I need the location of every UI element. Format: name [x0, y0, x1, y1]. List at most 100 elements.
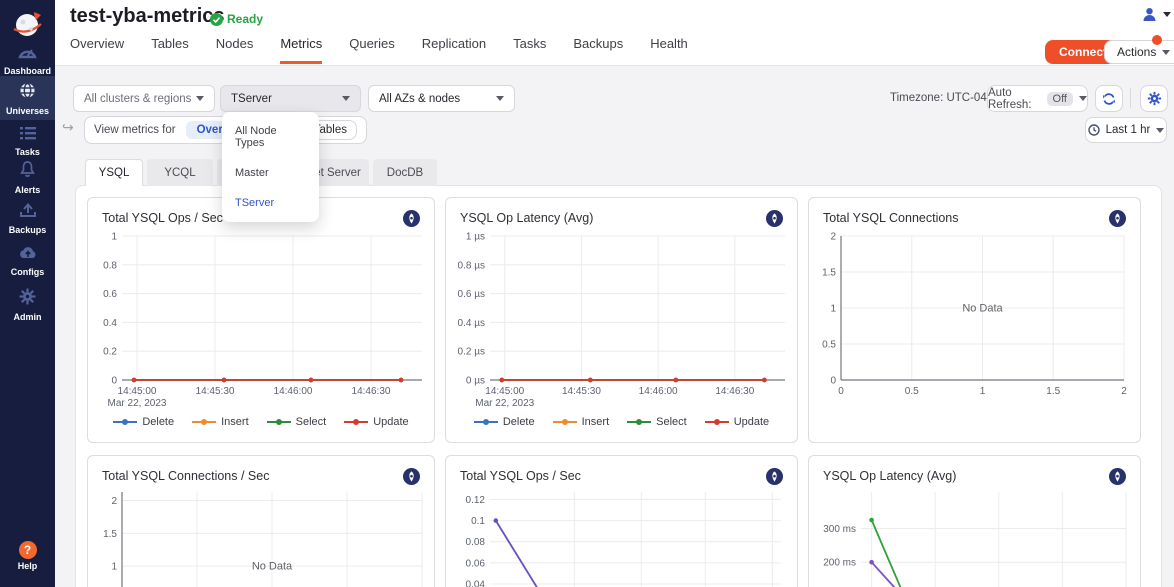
metric-tab-ycql[interactable]: YCQL	[147, 159, 213, 186]
sidebar-item-universes[interactable]: Universes	[0, 82, 55, 116]
metric-card: Total YSQL Connections / Sec 21.510.50No…	[87, 455, 435, 587]
svg-text:0 µs: 0 µs	[466, 376, 485, 387]
yugabyte-logo-icon[interactable]	[766, 468, 783, 485]
menu-item-all-node-types[interactable]: All Node Types	[222, 116, 319, 158]
tab-nodes[interactable]: Nodes	[216, 36, 254, 64]
tab-replication[interactable]: Replication	[422, 36, 486, 64]
universes-globe-icon	[19, 82, 36, 99]
chart-canvas: 300 ms200 ms100 ms	[817, 486, 1134, 587]
chart-title: YSQL Op Latency (Avg)	[460, 211, 593, 225]
svg-text:1: 1	[111, 232, 117, 243]
svg-text:Mar 22, 2023: Mar 22, 2023	[108, 398, 167, 409]
sidebar-item-tasks[interactable]: Tasks	[0, 126, 55, 157]
node-type-select[interactable]: TServer	[220, 85, 361, 112]
metric-tab-docdb[interactable]: DocDB	[373, 159, 437, 186]
sidebar-item-configs[interactable]: Configs	[0, 245, 55, 277]
metric-tab-ysql[interactable]: YSQL	[85, 159, 143, 186]
svg-text:14:46:00: 14:46:00	[274, 386, 313, 397]
view-metrics-label: View metrics for	[94, 124, 176, 136]
chart-title: Total YSQL Ops / Sec	[460, 469, 581, 483]
legend-item[interactable]: Select	[267, 416, 327, 428]
yugabyte-logo-icon[interactable]	[1109, 210, 1126, 227]
tab-backups[interactable]: Backups	[573, 36, 623, 64]
tab-overview[interactable]: Overview	[70, 36, 124, 64]
sidebar-item-backups[interactable]: Backups	[0, 202, 55, 235]
notification-dot	[1152, 35, 1162, 45]
svg-text:1: 1	[830, 304, 836, 315]
gear-icon	[1147, 91, 1162, 106]
yba-metrics-page: Dashboard Universes Tasks Alerts	[0, 0, 1174, 587]
legend-item[interactable]: Insert	[553, 416, 610, 428]
yugabyte-logo-icon[interactable]	[1109, 468, 1126, 485]
universe-nav-tabs: Overview Tables Nodes Metrics Queries Re…	[70, 36, 688, 64]
tab-metrics[interactable]: Metrics	[280, 36, 322, 64]
yugabyte-anywhere-logo-icon[interactable]	[10, 6, 46, 47]
status-badge: Ready	[210, 12, 263, 26]
sidebar-item-alerts[interactable]: Alerts	[0, 160, 55, 195]
chart-title: Total YSQL Ops / Sec	[102, 211, 223, 225]
actions-button[interactable]: Actions	[1104, 40, 1174, 64]
auto-refresh-button[interactable]: Auto Refresh: Off	[987, 85, 1088, 112]
svg-text:1: 1	[111, 562, 117, 573]
metrics-settings-button[interactable]	[1140, 85, 1168, 112]
svg-text:0.04: 0.04	[466, 580, 486, 587]
yugabyte-logo-icon[interactable]	[766, 210, 783, 227]
user-icon	[1142, 7, 1157, 22]
user-menu[interactable]	[1142, 7, 1171, 22]
refresh-button[interactable]	[1095, 85, 1123, 112]
legend-marker-icon	[192, 418, 216, 426]
tab-tables[interactable]: Tables	[151, 36, 189, 64]
cluster-region-select[interactable]: All clusters & regions	[73, 85, 215, 112]
tab-health[interactable]: Health	[650, 36, 688, 64]
svg-text:2: 2	[830, 232, 836, 243]
legend-item[interactable]: Delete	[474, 416, 535, 428]
menu-item-tserver[interactable]: TServer	[222, 188, 319, 218]
sidebar-item-dashboard[interactable]: Dashboard	[0, 44, 55, 76]
yugabyte-logo-icon[interactable]	[403, 210, 420, 227]
chevron-down-icon	[496, 96, 504, 101]
svg-text:0: 0	[111, 376, 117, 387]
legend-item[interactable]: Update	[344, 416, 408, 428]
chevron-down-icon	[1163, 12, 1171, 17]
svg-text:1 µs: 1 µs	[466, 232, 485, 243]
sidebar-item-admin[interactable]: Admin	[0, 288, 55, 322]
clock-icon	[1088, 124, 1100, 136]
svg-text:14:45:00: 14:45:00	[118, 386, 157, 397]
az-node-select[interactable]: All AZs & nodes	[368, 85, 515, 112]
chevron-down-icon	[196, 96, 204, 101]
chart-canvas: 21.510.50No Data	[96, 486, 428, 587]
sidebar-item-help[interactable]: ? Help	[0, 541, 55, 571]
svg-text:0.2 µs: 0.2 µs	[458, 347, 485, 358]
svg-text:1.5: 1.5	[1046, 386, 1060, 397]
svg-text:0.12: 0.12	[466, 495, 486, 506]
legend-item[interactable]: Insert	[192, 416, 249, 428]
svg-text:200 ms: 200 ms	[823, 558, 856, 569]
admin-gear-icon	[19, 288, 36, 305]
svg-text:0: 0	[838, 386, 844, 397]
menu-item-master[interactable]: Master	[222, 158, 319, 188]
refresh-icon	[1102, 92, 1116, 106]
chart-title: Total YSQL Connections	[823, 211, 959, 225]
legend-item[interactable]: Delete	[113, 416, 174, 428]
svg-text:0.8: 0.8	[103, 260, 117, 271]
legend-item[interactable]: Update	[705, 416, 769, 428]
svg-text:0: 0	[830, 376, 836, 387]
configs-cloud-icon	[18, 245, 38, 260]
tab-queries[interactable]: Queries	[349, 36, 395, 64]
chevron-down-icon	[342, 96, 350, 101]
svg-text:0.4 µs: 0.4 µs	[458, 318, 485, 329]
dashboard-gauge-icon	[18, 44, 37, 59]
legend-item[interactable]: Select	[627, 416, 687, 428]
timezone-label: Timezone: UTC-0400	[890, 92, 1000, 104]
tab-tasks[interactable]: Tasks	[513, 36, 546, 64]
time-range-button[interactable]: Last 1 hr	[1085, 117, 1167, 143]
yugabyte-logo-icon[interactable]	[403, 468, 420, 485]
svg-text:0.4: 0.4	[103, 318, 117, 329]
svg-text:14:46:30: 14:46:30	[352, 386, 391, 397]
svg-text:0.6 µs: 0.6 µs	[458, 289, 485, 300]
svg-text:14:45:00: 14:45:00	[485, 386, 524, 397]
legend-marker-icon	[267, 418, 291, 426]
legend-marker-icon	[705, 418, 729, 426]
chart-canvas: 00.20.40.60.8114:45:00Mar 22, 202314:45:…	[96, 228, 428, 410]
chart-legend: Delete Insert Select Update	[88, 410, 434, 434]
